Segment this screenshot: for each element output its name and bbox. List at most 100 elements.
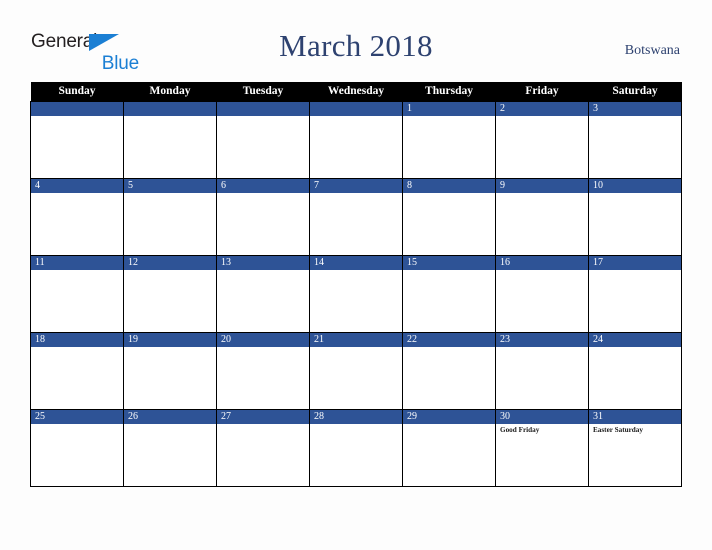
calendar-day-cell[interactable]: 31 Easter Saturday	[588, 408, 682, 487]
day-number: 23	[496, 332, 588, 347]
day-number: 20	[217, 332, 309, 347]
calendar-day-cell[interactable]: 20	[216, 331, 310, 410]
calendar-day-cell[interactable]: 9	[495, 177, 589, 256]
day-number: 30	[496, 409, 588, 424]
day-events	[589, 347, 681, 409]
day-number: 21	[310, 332, 402, 347]
day-events	[31, 270, 123, 332]
calendar-day-cell[interactable]: 30 Good Friday	[495, 408, 589, 487]
day-number: 6	[217, 178, 309, 193]
day-events	[403, 116, 495, 178]
calendar-day-cell[interactable]: 25	[30, 408, 124, 487]
day-events	[403, 424, 495, 486]
weekday-header-wednesday: Wednesday	[309, 82, 403, 101]
day-cell-inner	[310, 101, 402, 178]
day-number	[124, 101, 216, 116]
day-number: 29	[403, 409, 495, 424]
day-events	[310, 270, 402, 332]
calendar-empty-cell	[123, 100, 217, 179]
calendar-day-cell[interactable]: 12	[123, 254, 217, 333]
calendar-day-cell[interactable]: 10	[588, 177, 682, 256]
day-number: 12	[124, 255, 216, 270]
day-events	[31, 347, 123, 409]
calendar-day-cell[interactable]: 8	[402, 177, 496, 256]
day-cell-inner: 8	[403, 178, 495, 255]
day-cell-inner: 12	[124, 255, 216, 332]
day-events	[589, 116, 681, 178]
day-cell-inner: 31 Easter Saturday	[589, 409, 681, 486]
weekday-header-tuesday: Tuesday	[216, 82, 310, 101]
calendar-day-cell[interactable]: 23	[495, 331, 589, 410]
day-number: 11	[31, 255, 123, 270]
day-cell-inner: 26	[124, 409, 216, 486]
day-cell-inner	[124, 101, 216, 178]
day-events	[496, 116, 588, 178]
calendar-day-cell[interactable]: 21	[309, 331, 403, 410]
calendar-day-cell[interactable]: 7	[309, 177, 403, 256]
calendar-day-cell[interactable]: 19	[123, 331, 217, 410]
calendar-day-cell[interactable]: 28	[309, 408, 403, 487]
day-cell-inner: 4	[31, 178, 123, 255]
day-cell-inner: 16	[496, 255, 588, 332]
day-number: 17	[589, 255, 681, 270]
day-events	[403, 193, 495, 255]
day-events	[310, 193, 402, 255]
day-events	[496, 193, 588, 255]
day-cell-inner: 24	[589, 332, 681, 409]
day-cell-inner: 28	[310, 409, 402, 486]
day-cell-inner	[217, 101, 309, 178]
day-cell-inner: 18	[31, 332, 123, 409]
calendar-header-row: Sunday Monday Tuesday Wednesday Thursday Frid…	[30, 82, 682, 101]
weekday-header-monday: Monday	[123, 82, 217, 101]
day-cell-inner: 25	[31, 409, 123, 486]
calendar-day-cell[interactable]: 16	[495, 254, 589, 333]
holiday-label: Good Friday	[500, 425, 540, 434]
calendar-empty-cell	[216, 100, 310, 179]
calendar-day-cell[interactable]: 13	[216, 254, 310, 333]
day-cell-inner: 5	[124, 178, 216, 255]
calendar-day-cell[interactable]: 26	[123, 408, 217, 487]
calendar-day-cell[interactable]: 5	[123, 177, 217, 256]
day-events	[124, 193, 216, 255]
day-cell-inner: 23	[496, 332, 588, 409]
calendar-day-cell[interactable]: 15	[402, 254, 496, 333]
day-cell-inner: 20	[217, 332, 309, 409]
day-cell-inner: 14	[310, 255, 402, 332]
day-cell-inner: 13	[217, 255, 309, 332]
page-header: General Blue March 2018 Botswana	[0, 0, 712, 82]
holiday-label: Easter Saturday	[593, 425, 643, 434]
day-events: Good Friday	[496, 424, 588, 486]
day-number: 7	[310, 178, 402, 193]
calendar-day-cell[interactable]: 11	[30, 254, 124, 333]
day-events	[124, 116, 216, 178]
day-events	[217, 424, 309, 486]
day-events	[310, 347, 402, 409]
day-events	[403, 270, 495, 332]
calendar-day-cell[interactable]: 14	[309, 254, 403, 333]
day-number: 8	[403, 178, 495, 193]
calendar-day-cell[interactable]: 27	[216, 408, 310, 487]
calendar-week-row: 25 26 27 28 29 30 Good Friday 31 Easter Saturday	[30, 408, 682, 487]
day-cell-inner: 27	[217, 409, 309, 486]
calendar-day-cell[interactable]: 17	[588, 254, 682, 333]
day-number: 19	[124, 332, 216, 347]
day-number: 9	[496, 178, 588, 193]
calendar-day-cell[interactable]: 6	[216, 177, 310, 256]
day-cell-inner: 11	[31, 255, 123, 332]
day-number	[217, 101, 309, 116]
day-events	[31, 116, 123, 178]
calendar-empty-cell	[30, 100, 124, 179]
calendar-day-cell[interactable]: 22	[402, 331, 496, 410]
calendar-day-cell[interactable]: 2	[495, 100, 589, 179]
day-cell-inner: 9	[496, 178, 588, 255]
calendar-day-cell[interactable]: 3	[588, 100, 682, 179]
day-number: 18	[31, 332, 123, 347]
calendar-day-cell[interactable]: 1	[402, 100, 496, 179]
calendar-day-cell[interactable]: 18	[30, 331, 124, 410]
day-number: 22	[403, 332, 495, 347]
calendar-day-cell[interactable]: 24	[588, 331, 682, 410]
day-cell-inner: 30 Good Friday	[496, 409, 588, 486]
day-events	[124, 270, 216, 332]
calendar-day-cell[interactable]: 4	[30, 177, 124, 256]
calendar-day-cell[interactable]: 29	[402, 408, 496, 487]
